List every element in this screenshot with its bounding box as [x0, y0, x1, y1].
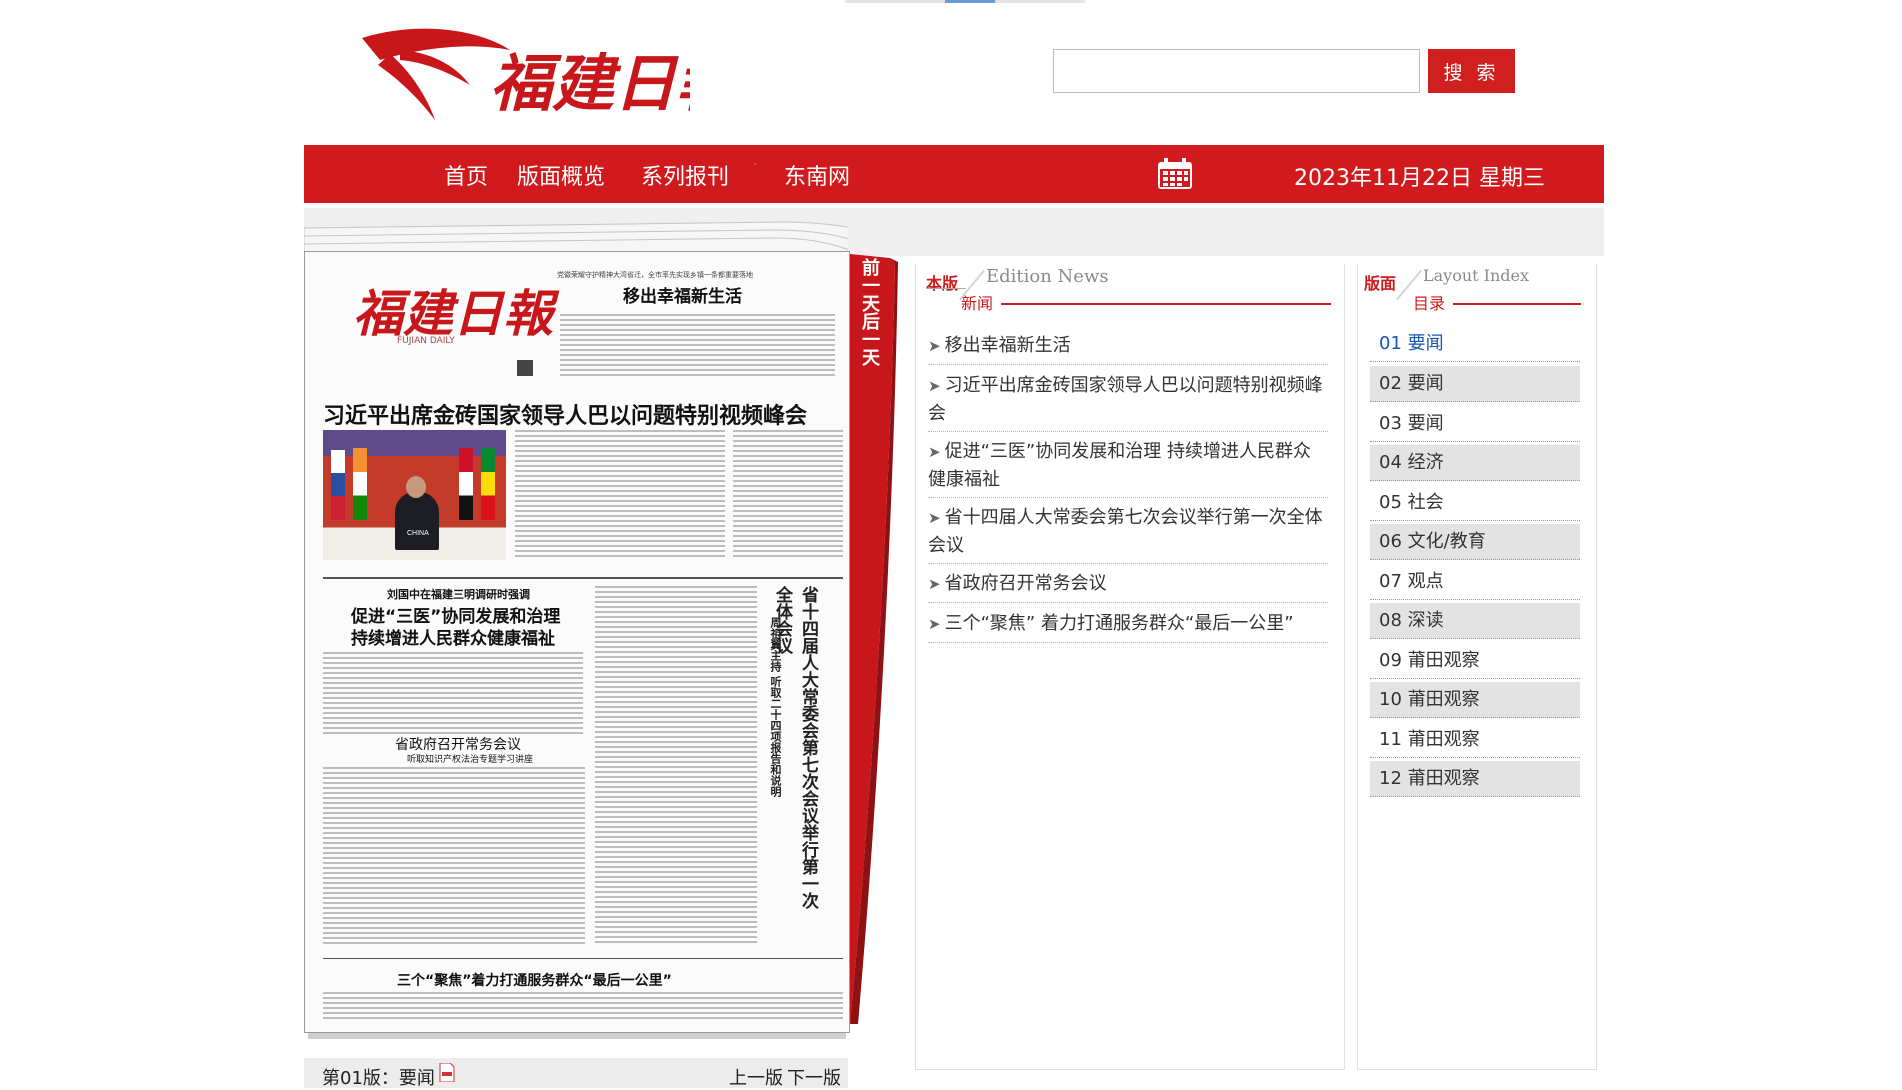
nav-layout-overview[interactable]: 版面概览 [517, 159, 605, 191]
news-item[interactable]: ➤ 促进“三医”协同发展和治理 持续增进人民群众健康福祉 [928, 438, 1328, 498]
qr-code [517, 360, 533, 376]
layout-item-03[interactable]: 03 要闻 [1370, 406, 1580, 442]
paper-text-block [323, 767, 585, 947]
layout-item-09[interactable]: 09 莆田观察 [1370, 643, 1580, 679]
nav-dongnan[interactable]: 东南网 [784, 159, 850, 191]
news-item[interactable]: ➤ 省政府召开常务会议 [928, 570, 1328, 603]
layout-index-title-b: 目录 [1413, 294, 1446, 313]
content-strip [848, 208, 1604, 256]
arrow-right-icon: ➤ [928, 443, 941, 461]
current-date: 2023年11月22日 星期三 [1294, 166, 1545, 191]
paper-masthead-en: FUJIAN DAILY [397, 336, 455, 346]
news-item-title[interactable]: 促进“三医”协同发展和治理 持续增进人民群众健康福祉 [928, 441, 1311, 490]
paper-side-headline: 省十四届人大常委会第七次会议举行第一次全体会议 [772, 586, 818, 909]
layout-index-title-a: 版面 [1364, 274, 1397, 293]
paper-headline2-kicker: 刘国中在福建三明调研时强调 [387, 588, 530, 601]
top-bar-highlight [945, 0, 995, 3]
paper-headline3: 省政府召开常务会议 [395, 737, 521, 753]
news-item[interactable]: ➤ 习近平出席金砖国家领导人巴以问题特别视频峰会 [928, 372, 1328, 432]
edition-news-title-a: 本版 [926, 274, 959, 293]
edition-news-panel: 本版 新闻 Edition News ➤ 移出幸福新生活 ➤ 习近平出席金砖国家领导… [915, 264, 1345, 1070]
arrow-right-icon: ➤ [928, 377, 941, 395]
paper-top-headline: 移出幸福新生活 [623, 287, 742, 307]
newspaper-page[interactable]: 福建日報 FUJIAN DAILY 党徽荣耀守护精神大湾省迁，全市率先实现乡镇一… [304, 251, 850, 1033]
edition-news-title-en: Edition News [986, 266, 1109, 287]
nav-home[interactable]: 首页 [444, 159, 488, 191]
paper-text-block [323, 992, 843, 1020]
panel-header-line [1001, 303, 1331, 305]
layout-item-05[interactable]: 05 社会 [1370, 485, 1580, 521]
paper-headline2-line2: 持续增进人民群众健康福祉 [351, 629, 555, 649]
main-nav: 首页 版面概览 系列报刊 ˙ 东南网 2023年11月22日 星期三 [304, 145, 1604, 203]
search-button[interactable]: 搜 索 [1428, 49, 1515, 93]
page-footer: 第01版：要闻 上一版 下一版 [304, 1058, 848, 1090]
prev-page-link[interactable]: 上一版 [729, 1064, 783, 1090]
next-page-link[interactable]: 下一版 [787, 1064, 841, 1090]
paper-text-block [323, 652, 583, 734]
layout-item-10[interactable]: 10 莆田观察 [1370, 682, 1580, 718]
arrow-right-icon: ➤ [928, 509, 941, 527]
paper-headline3-sub: 听取知识产权法治专题学习讲座 [407, 755, 534, 765]
news-item-title[interactable]: 省政府召开常务会议 [945, 573, 1107, 594]
news-item[interactable]: ➤ 三个“聚焦” 着力打通服务群众“最后一公里” [928, 610, 1328, 643]
layout-item-11[interactable]: 11 莆田观察 [1370, 722, 1580, 758]
pdf-icon[interactable] [439, 1063, 455, 1082]
search-input[interactable] [1053, 49, 1420, 93]
layout-item-04[interactable]: 04 经济 [1370, 445, 1580, 481]
news-item-title[interactable]: 省十四届人大常委会第七次会议举行第一次全体会议 [928, 507, 1323, 556]
news-item-title[interactable]: 习近平出席金砖国家领导人巴以问题特别视频峰会 [928, 375, 1323, 424]
paper-main-headline: 习近平出席金砖国家领导人巴以问题特别视频峰会 [323, 404, 808, 429]
news-item[interactable]: ➤ 移出幸福新生活 [928, 332, 1328, 365]
logo-mark-icon: 福建日報 [362, 28, 746, 120]
paper-text-block [595, 586, 757, 946]
paper-top-kicker: 党徽荣耀守护精神大湾省迁，全市率先实现乡镇一条都重要落地 [557, 271, 753, 279]
current-page-label: 第01版：要闻 [322, 1068, 435, 1089]
arrow-right-icon: ➤ [928, 615, 941, 633]
news-item-title[interactable]: 移出幸福新生活 [945, 335, 1071, 356]
nav-series[interactable]: 系列报刊 [641, 159, 729, 191]
day-nav[interactable]: 前一天后一天 [855, 258, 883, 366]
calendar-icon[interactable] [1157, 158, 1193, 190]
panel-header-line [1453, 303, 1581, 305]
paper-text-block [733, 430, 843, 560]
arrow-right-icon: ➤ [928, 337, 941, 355]
layout-item-12[interactable]: 12 莆田观察 [1370, 761, 1580, 797]
day-nav-label[interactable]: 前一天后一天 [855, 258, 884, 366]
logo[interactable]: 福建日報 [360, 20, 746, 125]
paper-text-block [560, 314, 835, 378]
layout-item-02[interactable]: 02 要闻 [1370, 366, 1580, 402]
paper-side-subheadline: 周祖翼主持 听取二十四项报告和说明 [769, 617, 782, 797]
day-ribbon [850, 254, 898, 1024]
paper-text-block [515, 430, 725, 560]
chevron-down-icon[interactable]: ˙ [754, 163, 757, 174]
layout-index-panel: 版面 目录 Layout Index 01 要闻 02 要闻 03 要闻 04 … [1357, 264, 1597, 1070]
layout-item-06[interactable]: 06 文化/教育 [1370, 524, 1580, 560]
news-item[interactable]: ➤ 省十四届人大常委会第七次会议举行第一次全体会议 [928, 504, 1328, 564]
paper-divider [323, 577, 843, 579]
paper-headline4: 三个“聚焦”着力打通服务群众“最后一公里” [397, 973, 672, 989]
panel-header-line [926, 288, 966, 289]
layout-item-08[interactable]: 08 深读 [1370, 603, 1580, 639]
paper-divider [323, 958, 843, 959]
arrow-right-icon: ➤ [928, 575, 941, 593]
layout-index-title-en: Layout Index [1423, 266, 1530, 285]
paper-photo: CHINA [323, 430, 506, 560]
photo-label: CHINA [407, 530, 429, 537]
layout-item-07[interactable]: 07 观点 [1370, 564, 1580, 600]
logo-text: 福建日報 [490, 47, 690, 120]
layout-item-01[interactable]: 01 要闻 [1370, 326, 1580, 362]
news-item-title[interactable]: 三个“聚焦” 着力打通服务群众“最后一公里” [945, 613, 1294, 634]
